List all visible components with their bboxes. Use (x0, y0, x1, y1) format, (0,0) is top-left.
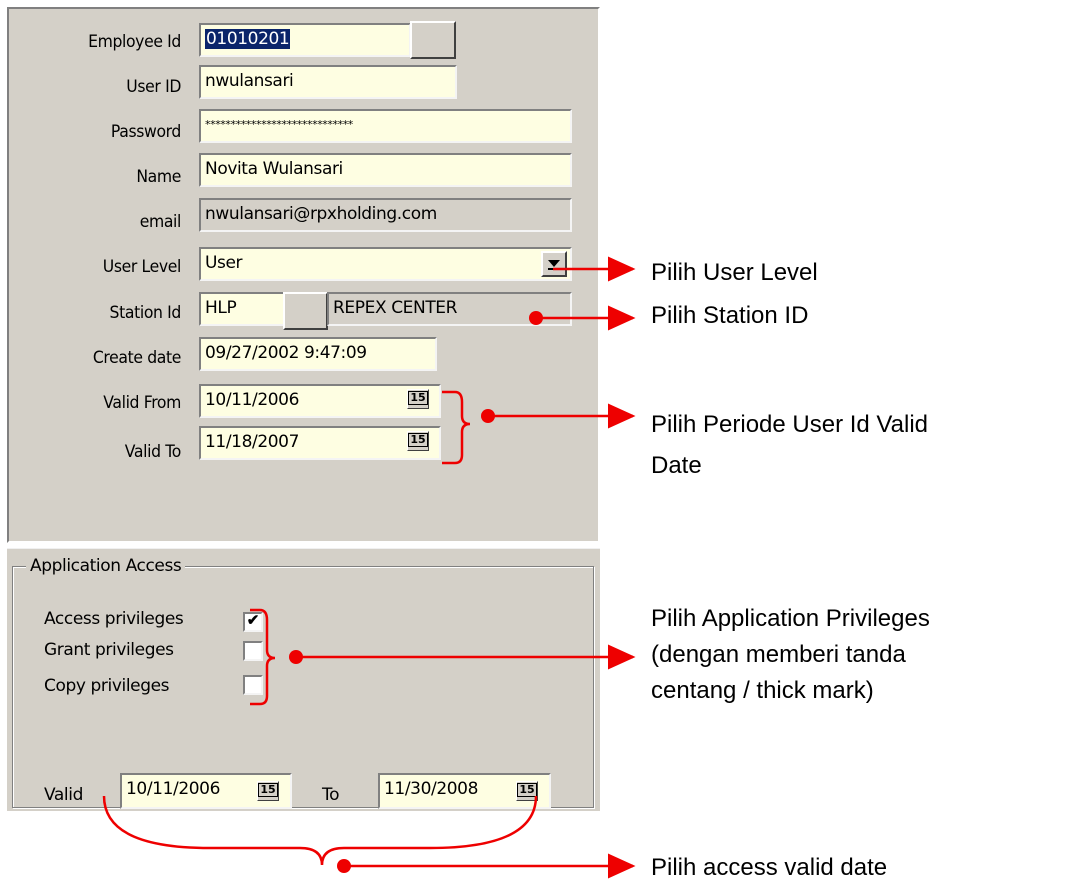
annotation-bracket (250, 608, 276, 706)
annotation-dot (481, 409, 495, 423)
note-access-valid: Pilih access valid date (651, 854, 888, 881)
note-user-level: Pilih User Level (651, 259, 818, 286)
annotation-dot (529, 311, 543, 325)
annotation-dot (337, 859, 351, 873)
note-privileges-line1: Pilih Application Privileges (651, 605, 930, 632)
note-period-line1: Pilih Periode User Id Valid (651, 411, 929, 438)
annotation-brace (102, 795, 538, 866)
note-period-line2: Date (651, 452, 702, 479)
note-station-id: Pilih Station ID (651, 302, 809, 329)
annotation-dot (289, 650, 303, 664)
annotation-overlay (102, 256, 636, 879)
annotation-bracket (442, 390, 471, 465)
note-privileges-line3: centang / thick mark) (651, 677, 874, 704)
note-privileges-line2: (dengan memberi tanda (651, 641, 906, 668)
